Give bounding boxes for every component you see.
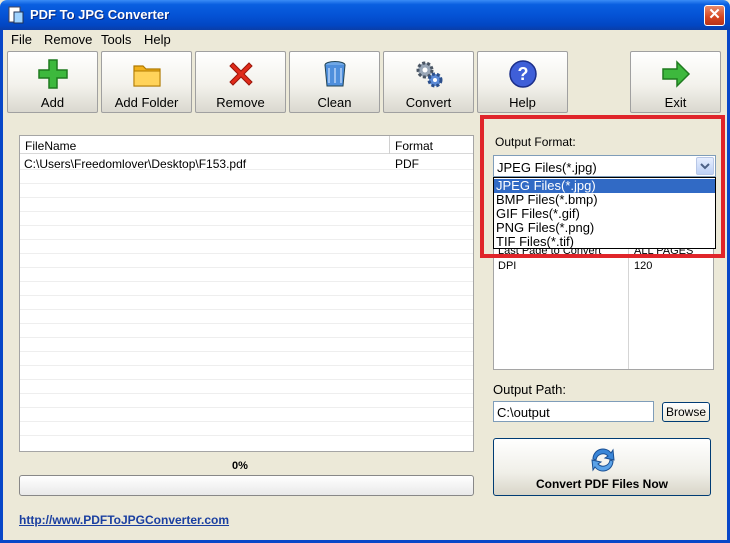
convert-button-label: Convert [405,95,452,110]
output-path-input[interactable]: C:\output [493,401,654,422]
progress-bar [19,475,474,496]
file-list[interactable]: FileName Format C:\Users\Freedomlover\De… [19,135,474,452]
gears-icon [416,61,443,88]
annotation-highlight-box [480,115,725,258]
trash-bin-icon [324,61,346,87]
grid-line [20,309,473,310]
output-path-label: Output Path: [493,382,566,397]
menu-help[interactable]: Help [144,32,171,47]
grid-line [20,379,473,380]
arrow-right-icon [662,60,691,88]
window-title: PDF To JPG Converter [30,7,170,22]
plus-icon [38,59,68,89]
exit-button-label: Exit [664,95,687,110]
grid-line [20,183,473,184]
grid-line [20,295,473,296]
file-row-filename[interactable]: C:\Users\Freedomlover\Desktop\F153.pdf [24,157,246,171]
grid-line [20,267,473,268]
folder-icon [133,65,161,87]
add-button[interactable]: Add [7,51,98,113]
convert-pdf-files-now-button[interactable]: Convert PDF Files Now [493,438,711,496]
grid-line [20,393,473,394]
column-divider[interactable] [389,136,390,154]
file-row-format[interactable]: PDF [395,157,419,171]
progress-percent: 0% [232,460,248,472]
app-icon [8,6,24,24]
close-button[interactable]: ✕ [704,5,725,26]
grid-line [20,435,473,436]
clean-button[interactable]: Clean [289,51,380,113]
column-header-filename[interactable]: FileName [25,139,76,153]
convert-arrows-icon [591,448,615,472]
help-button[interactable]: ? Help [477,51,568,113]
menu-remove[interactable]: Remove [44,32,92,47]
column-header-format[interactable]: Format [395,139,433,153]
title-bar: PDF To JPG Converter ✕ [0,0,730,30]
convert-button[interactable]: Convert [383,51,474,113]
convert-pdf-files-now-label: Convert PDF Files Now [535,477,669,491]
grid-line [20,281,473,282]
file-list-header: FileName Format [20,136,473,154]
grid-line [20,337,473,338]
menu-file[interactable]: File [11,32,32,47]
property-name[interactable]: DPI [498,260,516,272]
property-value[interactable]: 120 [634,260,652,272]
add-folder-button-label: Add Folder [114,95,179,110]
add-folder-button[interactable]: Add Folder [101,51,192,113]
grid-line [20,365,473,366]
output-path-value: C:\output [497,405,550,420]
grid-line [20,323,473,324]
menu-bar: File Remove Tools Help [3,30,727,50]
grid-line [20,351,473,352]
question-icon: ? [509,60,537,88]
menu-tools[interactable]: Tools [101,32,131,47]
remove-button-label: Remove [216,95,265,110]
exit-button[interactable]: Exit [630,51,721,113]
grid-line [20,197,473,198]
add-button-label: Add [40,95,65,110]
clean-button-label: Clean [317,95,352,110]
website-link[interactable]: http://www.PDFToJPGConverter.com [19,513,229,527]
grid-line [20,225,473,226]
grid-line [20,253,473,254]
grid-line [20,407,473,408]
grid-line [20,239,473,240]
svg-text:?: ? [518,64,529,84]
grid-line [20,211,473,212]
red-x-icon [229,62,253,86]
grid-line [20,421,473,422]
browse-button[interactable]: Browse [662,402,710,422]
help-button-label: Help [509,95,536,110]
remove-button[interactable]: Remove [195,51,286,113]
